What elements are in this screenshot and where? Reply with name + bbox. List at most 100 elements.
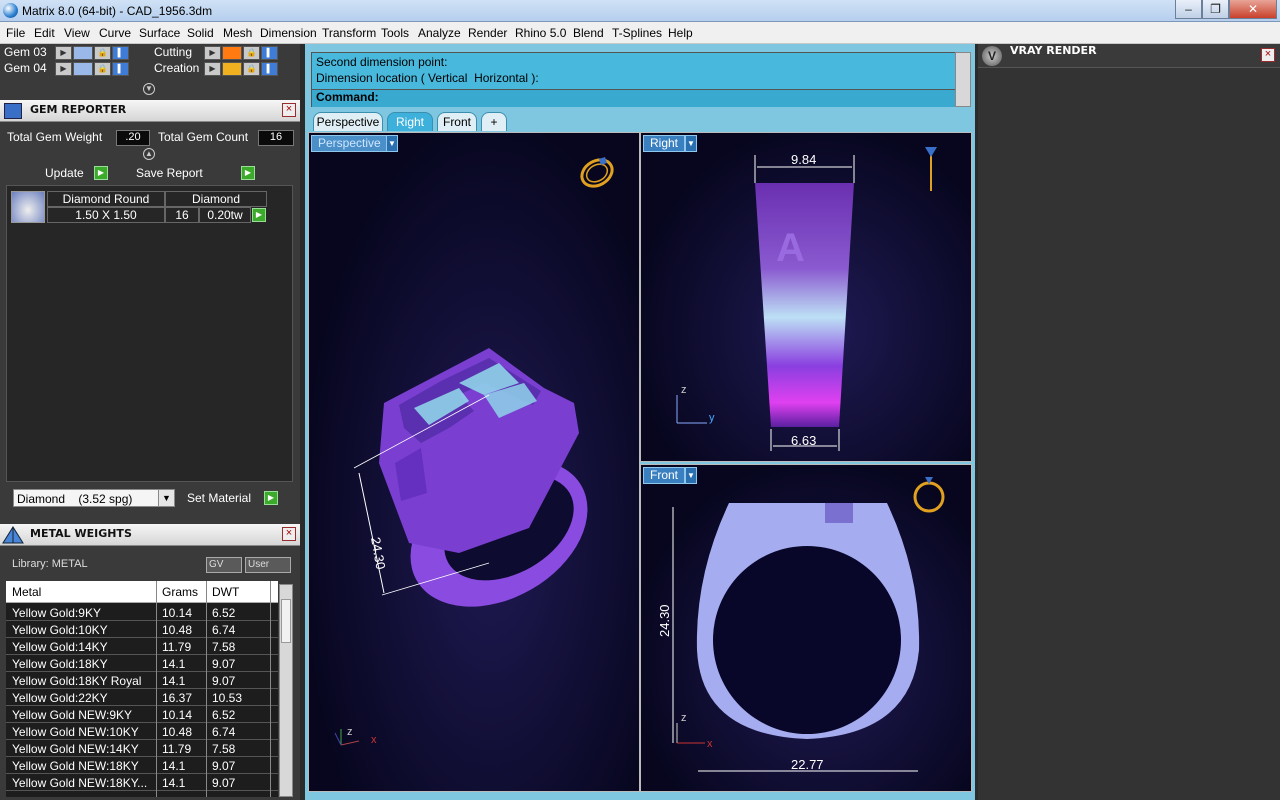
layer-gem04-controls[interactable]: ▶ 🔒 ▌ [55, 62, 129, 76]
axis-x-label: x [371, 734, 377, 746]
tab-front[interactable]: Front [437, 112, 477, 131]
menu-bar: File Edit View Curve Surface Solid Mesh … [0, 22, 1280, 44]
ring-front-render: 24.30 22.77 z x [657, 477, 945, 772]
menu-file[interactable]: File [6, 26, 25, 40]
menu-help[interactable]: Help [668, 26, 693, 40]
total-gem-count-label: Total Gem Count [158, 130, 249, 144]
column-grams[interactable]: Grams [162, 585, 198, 599]
viewport-tabs: Perspective Right Front + [305, 110, 975, 132]
axis-gizmo-front: z x [676, 712, 713, 750]
table-row[interactable]: Yellow Gold:14KY 11.79 7.58 [6, 638, 278, 655]
set-material-button[interactable]: Set Material [187, 491, 251, 505]
command-history: Second dimension point: Dimension locati… [311, 52, 961, 107]
app-icon [3, 3, 18, 18]
chevron-down-icon[interactable]: ▼ [158, 490, 174, 506]
menu-rhino[interactable]: Rhino 5.0 [515, 26, 566, 40]
material-select[interactable]: Diamond (3.52 spg) ▼ [13, 489, 175, 507]
set-material-go-icon[interactable]: ▶ [264, 491, 278, 505]
menu-curve[interactable]: Curve [99, 26, 131, 40]
gem-count-cell: 16 [165, 207, 199, 223]
table-row[interactable]: Yellow Gold NEW:14KY 11.79 7.58 [6, 740, 278, 757]
command-line-1: Second dimension point: [316, 55, 448, 69]
minimize-button[interactable]: ‒ [1175, 0, 1202, 19]
save-report-button[interactable]: Save Report [136, 166, 203, 180]
metal-weights-close-icon[interactable]: × [282, 527, 296, 541]
update-go-icon[interactable]: ▶ [94, 166, 108, 180]
menu-blend[interactable]: Blend [573, 26, 604, 40]
axis-x-label: x [707, 738, 713, 750]
axis-z-label: z [681, 712, 687, 724]
gem-weight-cell: 0.20tw [199, 207, 251, 223]
vray-logo-icon: V [982, 46, 1002, 66]
vray-close-icon[interactable]: × [1261, 48, 1275, 62]
save-report-go-icon[interactable]: ▶ [241, 166, 255, 180]
right-top-dimension: 9.84 [791, 152, 816, 167]
table-row[interactable]: Yellow Gold NEW:9KY 10.14 6.52 [6, 706, 278, 723]
table-row[interactable]: Yellow Gold:18KY 14.1 9.07 [6, 655, 278, 672]
user-toggle[interactable]: User [245, 557, 291, 573]
command-scrollbar[interactable] [955, 52, 971, 107]
total-gem-weight-value: .20 [116, 130, 150, 146]
table-row[interactable]: Yellow Gold:10KY 10.48 6.74 [6, 621, 278, 638]
ring-right-render: A 9.84 6.63 z y [676, 147, 937, 451]
gem-list: Diamond Round Diamond 1.50 X 1.50 16 0.2… [6, 185, 293, 482]
table-row[interactable]: Yellow Gold NEW:18KY... 14.1 9.07 [6, 774, 278, 791]
menu-render[interactable]: Render [468, 26, 507, 40]
add-tab-icon[interactable]: + [481, 112, 507, 131]
viewport-front[interactable]: Front ▼ 24.30 22.77 z x [640, 464, 972, 792]
menu-edit[interactable]: Edit [34, 26, 55, 40]
collapse-layers-icon[interactable]: ▼ [143, 83, 155, 95]
table-row[interactable]: Yellow Gold:9KY 10.14 6.52 [6, 604, 278, 621]
table-row[interactable]: Yellow Gold NEW:18KY 14.1 9.07 [6, 757, 278, 774]
tab-perspective[interactable]: Perspective [313, 112, 383, 131]
menu-surface[interactable]: Surface [139, 26, 180, 40]
menu-tsplines[interactable]: T-Splines [612, 26, 662, 40]
metal-table-scrollbar[interactable] [279, 584, 293, 797]
menu-solid[interactable]: Solid [187, 26, 214, 40]
viewport-perspective[interactable]: Perspective ▼ 24.30 z x [308, 132, 640, 792]
axis-gizmo-perspective: z x [334, 726, 377, 746]
menu-analyze[interactable]: Analyze [418, 26, 461, 40]
gv-label: GV [209, 559, 224, 570]
front-height-dimension: 24.30 [657, 604, 672, 637]
column-dwt[interactable]: DWT [212, 585, 239, 599]
layer-creation-controls[interactable]: ▶ 🔒 ▌ [204, 62, 278, 76]
layer-gem03-controls[interactable]: ▶ 🔒 ▌ [55, 46, 129, 60]
column-metal[interactable]: Metal [12, 585, 41, 599]
gem-reporter-close-icon[interactable]: × [282, 103, 296, 117]
scrollbar-thumb[interactable] [281, 599, 291, 643]
command-prompt[interactable]: Command: [312, 89, 960, 107]
vray-title: VRAY RENDER [1010, 44, 1097, 57]
user-label: User [248, 559, 270, 570]
axis-z-label: z [347, 726, 353, 738]
metal-weights-header: METAL WEIGHTS × [0, 524, 300, 546]
gv-toggle[interactable]: GV [206, 557, 242, 573]
viewport-right[interactable]: Right ▼ A 9.84 6.63 z y [640, 132, 972, 462]
table-row[interactable]: Yellow Gold:22KY 16.37 10.53 [6, 689, 278, 706]
vray-panel: V VRAY RENDER × [978, 44, 1280, 800]
tab-right[interactable]: Right [387, 112, 433, 131]
layer-creation-label: Creation [154, 61, 200, 75]
ring-side-icon [925, 147, 937, 191]
update-button[interactable]: Update [45, 166, 84, 180]
right-bottom-dimension: 6.63 [791, 433, 816, 448]
close-button[interactable]: ✕ [1229, 0, 1277, 19]
maximize-button[interactable]: ❐ [1202, 0, 1229, 19]
menu-transform[interactable]: Transform [322, 26, 376, 40]
window-title: Matrix 8.0 (64-bit) - CAD_1956.3dm [22, 4, 213, 18]
menu-mesh[interactable]: Mesh [223, 26, 252, 40]
gem-row-go-icon[interactable]: ▶ [252, 208, 266, 222]
center-area: Second dimension point: Dimension locati… [305, 44, 975, 800]
table-row[interactable]: Yellow Gold:18KY Royal 14.1 9.07 [6, 672, 278, 689]
title-bar: Matrix 8.0 (64-bit) - CAD_1956.3dm ‒ ❐ ✕ [0, 0, 1280, 22]
layer-gem03-label: Gem 03 [4, 45, 47, 59]
menu-dimension[interactable]: Dimension [260, 26, 317, 40]
vray-header: V VRAY RENDER × [978, 44, 1280, 68]
command-line-2: Dimension location ( Vertical Horizontal… [316, 71, 539, 85]
layer-cutting-controls[interactable]: ▶ 🔒 ▌ [204, 46, 278, 60]
menu-view[interactable]: View [64, 26, 90, 40]
collapse-summary-icon[interactable]: ▲ [143, 148, 155, 160]
table-row[interactable]: Yellow Gold NEW:10KY 10.48 6.74 [6, 723, 278, 740]
menu-tools[interactable]: Tools [381, 26, 409, 40]
diamond-round-icon [11, 191, 45, 223]
